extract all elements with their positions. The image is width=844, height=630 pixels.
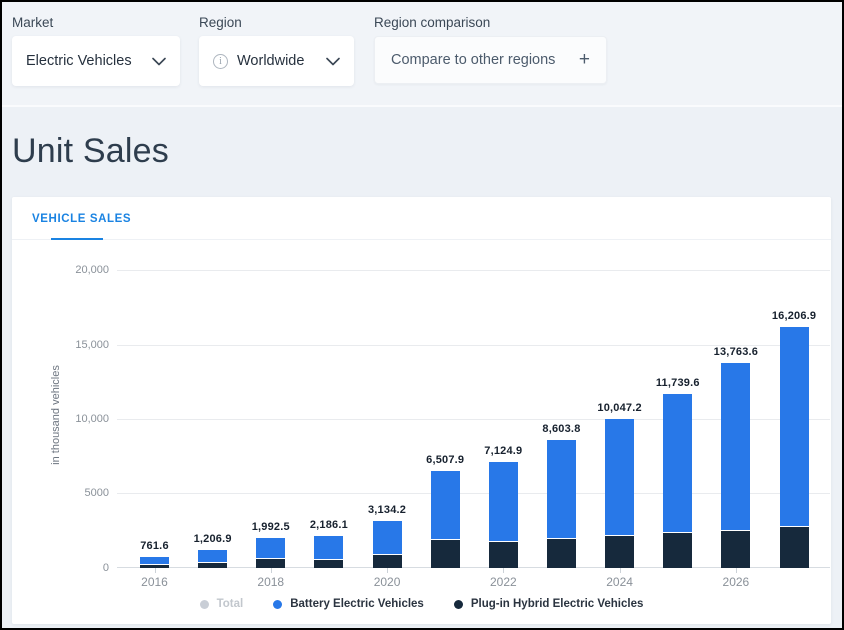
x-tick-label: 2016 [133,575,177,589]
market-filter-group: Market Electric Vehicles [12,15,180,86]
bar-value-label: 1,206.9 [173,533,253,545]
bar-segment-battery-electric[interactable] [314,536,343,559]
x-tick-label: 2022 [481,575,525,589]
bar-segment-plugin-hybrid[interactable] [431,539,460,568]
bar-2026[interactable] [721,363,750,568]
chevron-down-icon [152,57,166,66]
bar-value-label: 10,047.2 [580,402,660,414]
bar-segment-battery-electric[interactable] [605,419,634,535]
y-tick-label: 0 [47,562,109,574]
x-tick-label: 2020 [365,575,409,589]
y-tick-label: 20,000 [47,264,109,276]
bar-segment-battery-electric[interactable] [256,538,285,558]
bar-value-label: 16,206.9 [754,310,834,322]
bar-2016[interactable] [140,557,169,568]
bar-2019[interactable] [314,536,343,568]
bar-value-label: 7,124.9 [463,445,543,457]
market-label: Market [12,15,180,30]
legend-item-battery-electric-vehicles[interactable]: Battery Electric Vehicles [273,598,424,610]
compare-regions-button[interactable]: Compare to other regions + [374,36,607,84]
y-tick-label: 15,000 [47,339,109,351]
bar-segment-plugin-hybrid[interactable] [198,562,227,568]
region-label: Region [199,15,354,30]
bar-segment-plugin-hybrid[interactable] [663,532,692,568]
x-tick-mark [736,568,737,573]
page-title: Unit Sales [12,132,169,171]
bar-segment-plugin-hybrid[interactable] [256,558,285,568]
legend-label: Plug-in Hybrid Electric Vehicles [471,598,644,610]
bar-segment-plugin-hybrid[interactable] [547,538,576,568]
bar-segment-battery-electric[interactable] [373,521,402,554]
bar-segment-battery-electric[interactable] [780,327,809,526]
bar-segment-plugin-hybrid[interactable] [314,559,343,568]
legend-dot [454,600,463,609]
region-filter-group: Region i Worldwide [199,15,354,86]
bar-2024[interactable] [605,419,634,568]
bar-2018[interactable] [256,538,285,568]
chart-legend: Total Battery Electric Vehicles Plug-in Hy… [12,598,831,610]
bar-value-label: 11,739.6 [638,377,718,389]
legend-dot [273,600,282,609]
filter-bar: Market Electric Vehicles Region i Worldw… [2,2,842,107]
bar-segment-plugin-hybrid[interactable] [780,526,809,568]
bar-segment-plugin-hybrid[interactable] [721,530,750,568]
compare-regions-button-label: Compare to other regions [391,52,555,68]
bar-segment-battery-electric[interactable] [721,363,750,530]
bar-segment-plugin-hybrid[interactable] [489,541,518,568]
x-tick-mark [271,568,272,573]
chevron-down-icon [326,57,340,66]
bar-2022[interactable] [489,462,518,568]
gridline [117,270,830,271]
bar-2023[interactable] [547,440,576,568]
app-window: Market Electric Vehicles Region i Worldw… [0,0,844,630]
legend-item-total[interactable]: Total [200,598,244,610]
x-tick-mark [155,568,156,573]
bar-segment-battery-electric[interactable] [663,394,692,532]
info-icon: i [213,54,228,69]
market-dropdown-value: Electric Vehicles [26,53,132,69]
legend-label: Battery Electric Vehicles [290,598,424,610]
legend-label: Total [217,598,244,610]
bar-segment-plugin-hybrid[interactable] [605,535,634,568]
unit-sales-chart: in thousand vehicles 0500010,00015,00020… [12,197,831,624]
bar-2021[interactable] [431,471,460,568]
bar-segment-battery-electric[interactable] [489,462,518,541]
x-tick-mark [620,568,621,573]
chart-card: VEHICLE SALES in thousand vehicles 05000… [12,197,831,624]
region-comparison-label: Region comparison [374,15,607,30]
bar-value-label: 3,134.2 [347,504,427,516]
legend-item-plug-in-hybrid-electric-vehicles[interactable]: Plug-in Hybrid Electric Vehicles [454,598,644,610]
y-tick-label: 10,000 [47,413,109,425]
bar-2025[interactable] [663,394,692,568]
bar-segment-plugin-hybrid[interactable] [140,564,169,568]
bar-value-label: 13,763.6 [696,346,776,358]
bar-2017[interactable] [198,550,227,568]
bar-value-label: 2,186.1 [289,519,369,531]
bar-segment-battery-electric[interactable] [198,550,227,562]
legend-dot [200,600,209,609]
bar-2027[interactable] [780,327,809,568]
plus-icon: + [579,49,590,71]
region-dropdown[interactable]: i Worldwide [199,36,354,86]
region-dropdown-value: Worldwide [237,53,304,69]
y-tick-label: 5000 [47,487,109,499]
market-dropdown[interactable]: Electric Vehicles [12,36,180,86]
bar-2020[interactable] [373,521,402,568]
bar-value-label: 8,603.8 [521,423,601,435]
bar-segment-battery-electric[interactable] [140,557,169,564]
x-tick-mark [387,568,388,573]
x-tick-mark [503,568,504,573]
bar-segment-battery-electric[interactable] [547,440,576,538]
bar-segment-battery-electric[interactable] [431,471,460,539]
x-tick-label: 2026 [714,575,758,589]
x-tick-label: 2018 [249,575,293,589]
bar-segment-plugin-hybrid[interactable] [373,554,402,568]
x-tick-label: 2024 [598,575,642,589]
region-comparison-group: Region comparison Compare to other regio… [374,15,607,84]
